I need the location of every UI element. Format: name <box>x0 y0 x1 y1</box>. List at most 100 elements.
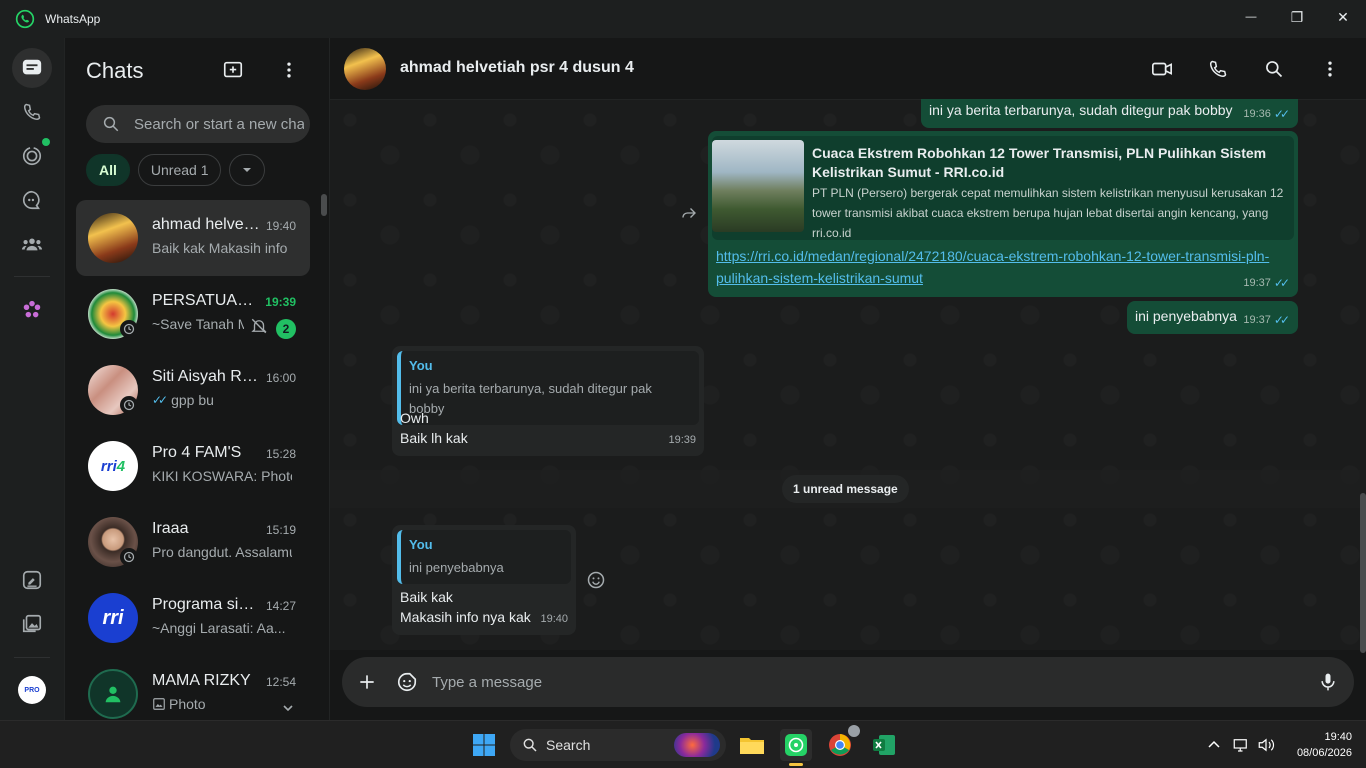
chat-preview: ~Anggi Larasati: Aa... <box>152 620 292 636</box>
search-input[interactable] <box>134 115 304 133</box>
contact-name[interactable]: ahmad helvetiah psr 4 dusun 4 <box>400 59 634 77</box>
conversation-scrollbar[interactable] <box>1360 493 1366 653</box>
more-vertical-icon <box>1328 61 1332 77</box>
voice-message-button[interactable] <box>1316 670 1340 694</box>
profile-button[interactable]: PRO <box>12 670 52 710</box>
chat-name: ahmad helvetiah psr 4 dusun 4 <box>152 216 260 233</box>
meta-ai-nav-button[interactable] <box>12 290 52 330</box>
chrome-button[interactable] <box>824 725 860 761</box>
folder-icon <box>740 738 764 754</box>
message-input[interactable] <box>432 669 1292 695</box>
chats-menu-button[interactable] <box>277 58 301 82</box>
contact-avatar[interactable] <box>344 48 386 90</box>
chat-item[interactable]: Siti Aisyah Rangkuti 16:00 ✓✓gpp bu <box>76 352 310 428</box>
chat-item[interactable]: PERSATUAN BATAK 19:39 ~Save Tanah Meluhu… <box>76 276 310 352</box>
filter-unread[interactable]: Unread 1 <box>137 154 222 186</box>
voice-call-button[interactable] <box>1206 57 1230 81</box>
unread-badge: 2 <box>276 319 296 339</box>
system-clock[interactable]: 19:40 08/06/2026 <box>1297 729 1352 761</box>
message-line: Makasih info nya kak <box>400 609 531 625</box>
emoji-icon <box>587 571 605 589</box>
conversation-menu-button[interactable] <box>1318 57 1342 81</box>
channels-nav-button[interactable] <box>12 180 52 220</box>
quoted-author: You <box>409 358 433 373</box>
new-chat-button[interactable] <box>221 58 245 82</box>
chrome-profile-badge <box>848 725 860 737</box>
muted-bell-icon <box>251 318 267 334</box>
filter-dropdown-button[interactable] <box>229 154 266 186</box>
message-time: 19:39 <box>668 434 696 446</box>
volume-button[interactable] <box>1256 735 1276 755</box>
search-in-chat-button[interactable] <box>1262 57 1286 81</box>
taskbar-search[interactable]: Search <box>510 729 726 761</box>
quoted-message[interactable]: You ini penyebabnya <box>397 530 571 584</box>
chat-item[interactable]: rri Programa siaran 14:27 ~Anggi Larasat… <box>76 580 310 656</box>
outgoing-message[interactable]: ini penyebabnya 19:37 ✓✓ <box>1127 301 1298 334</box>
chat-name: Iraaa <box>152 520 189 537</box>
file-explorer-button[interactable] <box>736 729 768 761</box>
chat-item[interactable]: rri4 Pro 4 FAM'S 15:28 KIKI KOSWARA: Pho… <box>76 428 310 504</box>
search-icon <box>523 738 537 752</box>
outgoing-link-message[interactable]: Cuaca Ekstrem Robohkan 12 Tower Transmis… <box>708 131 1298 297</box>
media-icon <box>22 614 42 633</box>
message-link[interactable]: https://rri.co.id/medan/regional/2472180… <box>716 245 1276 289</box>
chat-item[interactable]: ahmad helvetiah psr 4 dusun 4 19:40 Baik… <box>76 200 310 276</box>
close-icon: ✕ <box>1337 8 1349 25</box>
chat-preview: Photo <box>152 696 292 712</box>
filter-all[interactable]: All <box>86 154 130 186</box>
incoming-message[interactable]: You ini ya berita terbarunya, sudah dite… <box>392 346 704 456</box>
starred-nav-button[interactable] <box>12 560 52 600</box>
message-text: ini ya berita terbarunya, sudah ditegur … <box>929 102 1233 118</box>
group-avatar-icon <box>105 686 121 703</box>
chat-name: Siti Aisyah Rangkuti <box>152 368 260 385</box>
status-icon <box>22 146 42 166</box>
chat-list-scrollbar[interactable] <box>321 194 327 216</box>
meta-ai-icon <box>23 300 41 318</box>
clock-time: 19:40 <box>1324 731 1352 743</box>
attach-button[interactable] <box>355 670 379 694</box>
outgoing-message[interactable]: ini ya berita terbarunya, sudah ditegur … <box>921 99 1298 128</box>
quoted-author: You <box>409 537 433 552</box>
video-camera-icon <box>1152 62 1172 76</box>
message-line: Baik lh kak <box>400 430 468 446</box>
chat-name: PERSATUAN BATAK <box>152 292 260 309</box>
search-icon <box>103 116 119 132</box>
new-chat-icon <box>223 61 243 78</box>
calls-icon <box>23 103 41 121</box>
whatsapp-taskbar-button[interactable] <box>780 729 812 766</box>
chevron-down-icon[interactable] <box>282 702 294 714</box>
chat-item[interactable]: MAMA RIZKY 12:54 Photo <box>76 656 310 720</box>
chat-avatar: rri4 <box>88 441 138 491</box>
restore-button[interactable]: ❐ <box>1274 0 1320 34</box>
media-nav-button[interactable] <box>12 604 52 644</box>
message-meta: 19:39 <box>668 430 696 450</box>
start-button[interactable] <box>468 729 500 761</box>
incoming-message[interactable]: You ini penyebabnya Baik kak Makasih inf… <box>392 525 576 635</box>
calls-nav-button[interactable] <box>12 92 52 132</box>
forward-button[interactable] <box>676 200 702 226</box>
chats-nav-button[interactable] <box>12 48 52 88</box>
link-preview-card[interactable]: Cuaca Ekstrem Robohkan 12 Tower Transmis… <box>712 136 1294 240</box>
video-call-button[interactable] <box>1150 57 1174 81</box>
link-preview-description: PT PLN (Persero) bergerak cepat memulihk… <box>812 186 1284 240</box>
conversation-header[interactable]: ahmad helvetiah psr 4 dusun 4 <box>330 38 1366 100</box>
react-button[interactable] <box>586 570 606 590</box>
status-nav-button[interactable] <box>12 136 52 176</box>
tray-overflow-button[interactable] <box>1204 735 1224 755</box>
chat-item[interactable]: Iraaa 15:19 Pro dangdut. Assalamualaikum <box>76 504 310 580</box>
chat-filters: All Unread 1 <box>86 154 266 186</box>
communities-icon <box>21 238 43 251</box>
message-meta: 19:37 ✓✓ <box>1243 273 1290 293</box>
chat-preview: KIKI KOSWARA: Photo <box>152 468 292 484</box>
sticker-button[interactable] <box>395 670 419 694</box>
network-button[interactable] <box>1231 735 1251 755</box>
minimize-button[interactable]: — <box>1228 0 1274 34</box>
communities-nav-button[interactable] <box>12 224 52 264</box>
excel-button[interactable] <box>868 729 900 761</box>
plus-icon <box>360 675 374 689</box>
active-app-indicator <box>789 763 803 766</box>
chevron-down-icon <box>243 168 252 172</box>
chat-preview: Pro dangdut. Assalamualaikum <box>152 544 292 560</box>
close-button[interactable]: ✕ <box>1320 0 1366 34</box>
phone-icon <box>1209 60 1227 78</box>
